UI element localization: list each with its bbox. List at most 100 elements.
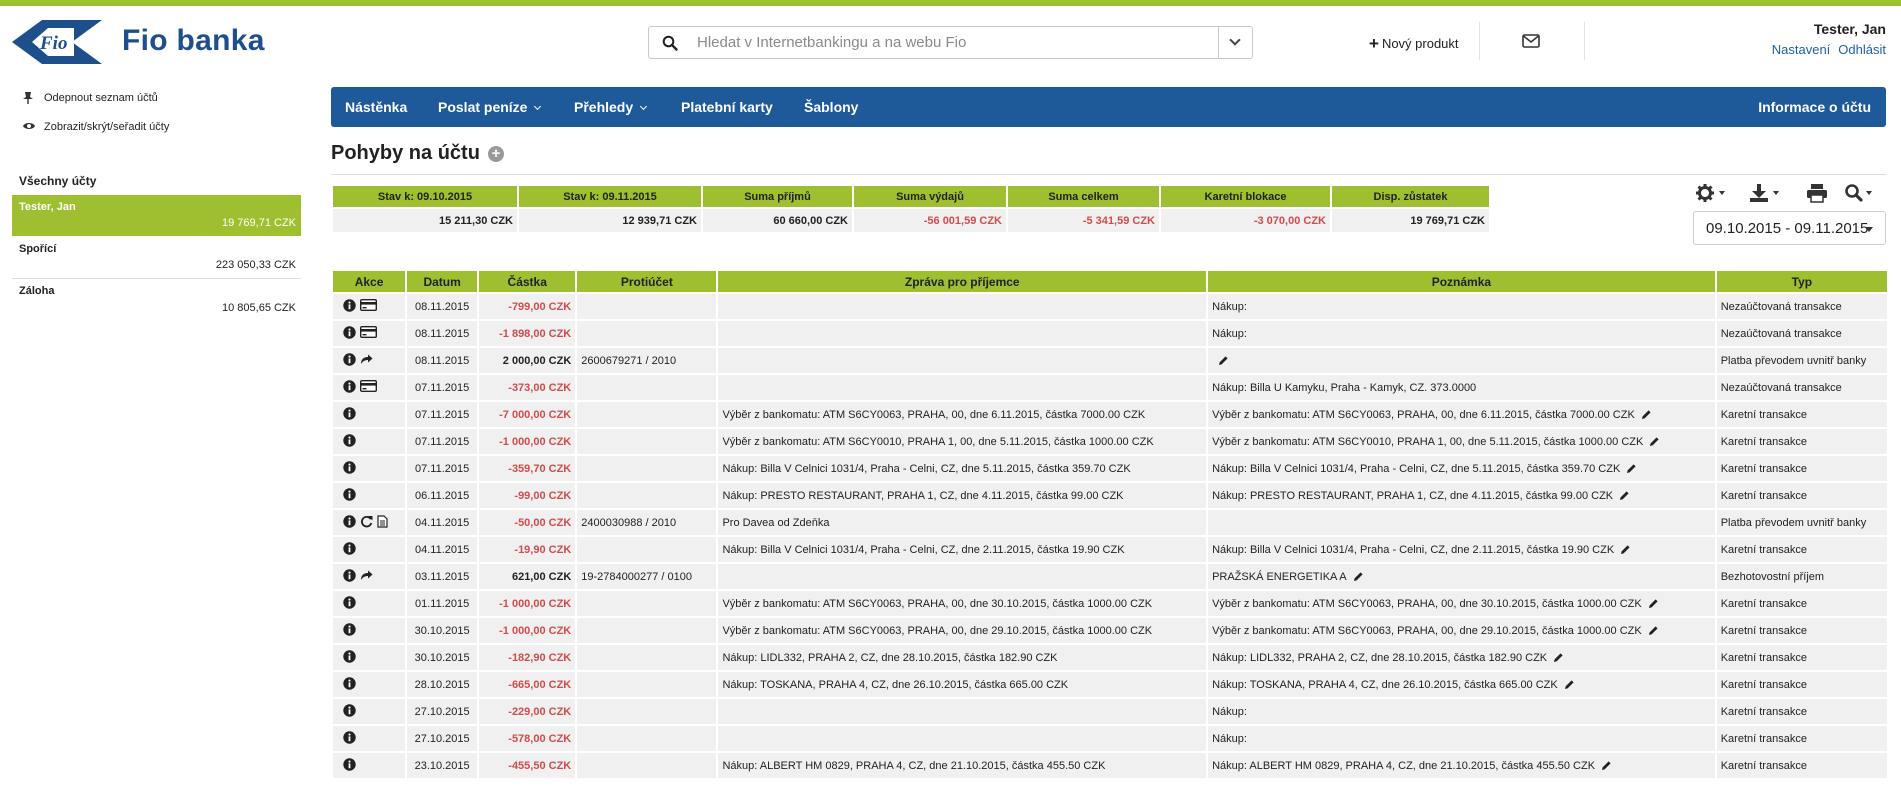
info-icon[interactable] [343, 568, 356, 585]
table-row[interactable]: 03.11.2015 621,00 CZK 19-2784000277 / 0100… [333, 564, 1887, 589]
pencil-icon[interactable] [1642, 625, 1659, 637]
pencil-icon[interactable] [1547, 652, 1564, 664]
info-icon[interactable] [343, 541, 356, 558]
message-cell: Nákup: LIDL332, PRAHA 2, CZ, dne 28.10.2… [718, 645, 1207, 670]
info-icon[interactable] [343, 352, 356, 369]
table-row[interactable]: 30.10.2015 -1 000,00 CZK Výběr z bankomatu… [333, 618, 1887, 643]
pencil-icon[interactable] [1212, 355, 1229, 367]
table-row[interactable]: 07.11.2015 -1 000,00 CZK Výběr z bankomatu… [333, 429, 1887, 454]
new-product-button[interactable]: + Nový produkt [1369, 33, 1459, 53]
info-icon[interactable] [343, 757, 356, 774]
pencil-icon[interactable] [1613, 490, 1630, 502]
pencil-icon[interactable] [1558, 679, 1575, 691]
table-row[interactable]: 04.11.2015 -50,00 CZK 2400030988 / 2010 Pro… [333, 510, 1887, 535]
card-icon[interactable] [359, 298, 378, 314]
amount-cell: -50,00 CZK [479, 510, 576, 535]
table-row[interactable]: 04.11.2015 -19,90 CZK Nákup: Billa V Celni… [333, 537, 1887, 562]
column-header[interactable]: Poznámka [1208, 271, 1715, 292]
table-row[interactable]: 08.11.2015 -799,00 CZK Nákup: Nezaúčtovaná … [333, 294, 1887, 319]
pencil-icon[interactable] [1635, 409, 1652, 421]
table-row[interactable]: 07.11.2015 -373,00 CZK Nákup: Billa U Kamy… [333, 375, 1887, 400]
nav-item-overviews[interactable]: Přehledy [574, 99, 648, 115]
date-range-select[interactable]: 09.10.2015 - 09.11.2015 [1693, 211, 1886, 245]
message-cell: Pro Davea od Zdeňka [718, 510, 1207, 535]
note-cell: PRAŽSKÁ ENERGETIKA A [1208, 564, 1715, 589]
info-icon[interactable] [343, 622, 356, 639]
search-box[interactable] [648, 26, 1253, 59]
add-circle-icon[interactable]: + [488, 146, 504, 162]
fio-logo[interactable]: Fio Fio banka [12, 16, 292, 68]
pencil-icon[interactable] [1347, 571, 1364, 583]
actions-cell [333, 591, 406, 616]
pencil-icon[interactable] [1614, 544, 1631, 556]
info-icon[interactable] [343, 433, 356, 450]
table-row[interactable]: 23.10.2015 -455,50 CZK Nákup: ALBERT HM 08… [333, 753, 1887, 778]
info-icon[interactable] [343, 379, 356, 396]
amount-cell: -229,00 CZK [479, 699, 576, 724]
search-input[interactable] [697, 27, 1197, 58]
toggle-accounts-action[interactable]: Zobrazit/skrýt/seřadit účty [12, 119, 301, 148]
info-icon[interactable] [343, 649, 356, 666]
nav-item-dashboard[interactable]: Nástěnka [345, 99, 407, 115]
column-header[interactable]: Datum [407, 271, 478, 292]
info-icon[interactable] [343, 730, 356, 747]
mail-icon[interactable] [1522, 34, 1540, 48]
info-icon[interactable] [343, 406, 356, 423]
pencil-icon[interactable] [1642, 598, 1659, 610]
nav-item-payment-cards[interactable]: Platební karty [681, 99, 773, 115]
table-row[interactable]: 07.11.2015 -7 000,00 CZK Výběr z bankomatu… [333, 402, 1887, 427]
share-icon[interactable] [360, 353, 373, 368]
repeat-icon[interactable] [360, 515, 373, 531]
print-icon[interactable] [1806, 183, 1828, 203]
note-text: PRAŽSKÁ ENERGETIKA A [1212, 570, 1347, 583]
pencil-icon[interactable] [1595, 760, 1612, 772]
date-cell: 04.11.2015 [407, 510, 478, 535]
column-header[interactable]: Typ [1716, 271, 1887, 292]
info-icon[interactable] [343, 703, 356, 720]
pencil-icon[interactable] [1643, 436, 1660, 448]
counter-account-cell [577, 672, 717, 697]
table-row[interactable]: 30.10.2015 -182,90 CZK Nákup: LIDL332, PRA… [333, 645, 1887, 670]
unpin-accounts-action[interactable]: Odepnout seznam účtů [12, 90, 301, 119]
card-icon[interactable] [359, 379, 378, 395]
account-item[interactable]: Tester, Jan 19 769,71 CZK [12, 195, 301, 237]
account-item[interactable]: Spořící 223 050,33 CZK [12, 237, 301, 279]
table-row[interactable]: 06.11.2015 -99,00 CZK Nákup: PRESTO RESTAU… [333, 483, 1887, 508]
table-row[interactable]: 07.11.2015 -359,70 CZK Nákup: Billa V Celn… [333, 456, 1887, 481]
share-icon[interactable] [360, 569, 373, 584]
column-header[interactable]: Zpráva pro příjemce [718, 271, 1207, 292]
table-row[interactable]: 01.11.2015 -1 000,00 CZK Výběr z bankomatu… [333, 591, 1887, 616]
search-icon[interactable] [1844, 183, 1876, 203]
gear-icon[interactable] [1695, 183, 1729, 203]
settings-link[interactable]: Nastavení [1772, 42, 1831, 57]
search-dropdown-button[interactable] [1218, 27, 1252, 58]
type-cell: Karetní transakce [1716, 429, 1887, 454]
table-row[interactable]: 08.11.2015 2 000,00 CZK 2600679271 / 2010 P… [333, 348, 1887, 373]
card-icon[interactable] [359, 325, 378, 341]
table-row[interactable]: 28.10.2015 -665,00 CZK Nákup: TOSKANA, PRA… [333, 672, 1887, 697]
column-header[interactable]: Protiúčet [577, 271, 717, 292]
transactions-table: Akce Datum Částka Protiúčet Zpráva pro p… [331, 269, 1889, 780]
nav-item-account-info[interactable]: Informace o účtu [1758, 99, 1871, 115]
info-icon[interactable] [343, 595, 356, 612]
info-icon[interactable] [343, 298, 356, 315]
column-header[interactable]: Akce [333, 271, 406, 292]
info-icon[interactable] [343, 676, 356, 693]
note-text: Výběr z bankomatu: ATM S6CY0063, PRAHA, … [1212, 597, 1642, 610]
info-icon[interactable] [343, 487, 356, 504]
table-row[interactable]: 27.10.2015 -229,00 CZK Nákup: Karetní trans… [333, 699, 1887, 724]
info-icon[interactable] [343, 514, 356, 531]
note-cell: Nákup: Billa U Kamyku, Praha - Kamyk, CZ… [1208, 375, 1715, 400]
column-header[interactable]: Částka [479, 271, 576, 292]
download-icon[interactable] [1749, 183, 1783, 203]
document-icon[interactable] [377, 514, 388, 531]
account-item[interactable]: Záloha 10 805,65 CZK [12, 279, 301, 321]
table-row[interactable]: 08.11.2015 -1 898,00 CZK Nákup: Nezaúčtovan… [333, 321, 1887, 346]
info-icon[interactable] [343, 325, 356, 342]
nav-item-send-money[interactable]: Poslat peníze [438, 99, 542, 115]
info-icon[interactable] [343, 460, 356, 477]
nav-item-templates[interactable]: Šablony [804, 99, 858, 115]
logout-link[interactable]: Odhlásit [1838, 42, 1886, 57]
pencil-icon[interactable] [1620, 463, 1637, 475]
table-row[interactable]: 27.10.2015 -578,00 CZK Nákup: Karetní trans… [333, 726, 1887, 751]
